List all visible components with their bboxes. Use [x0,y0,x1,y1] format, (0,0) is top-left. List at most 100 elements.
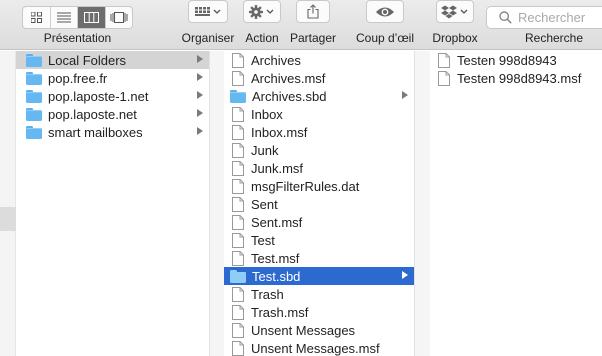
list-item[interactable]: Junk [224,141,414,159]
disclosure-arrow-icon [197,73,203,81]
document-icon [438,52,451,68]
document-icon [232,142,245,158]
view-mode-segmented-control[interactable] [22,6,133,29]
sidebar-edge [0,51,16,356]
search-icon [499,11,512,24]
list-item[interactable]: Trash.msf [224,303,414,321]
eye-icon [376,7,394,16]
list-item-label: Testen 998d8943.msf [457,70,582,86]
document-icon [232,340,245,356]
list-item-label: Inbox.msf [251,124,308,140]
list-item[interactable]: Archives [224,51,414,69]
list-item[interactable]: Trash [224,285,414,303]
document-icon [232,286,245,302]
list-item-label: Local Folders [48,52,127,68]
list-item-label: pop.laposte.net [48,106,137,122]
gear-icon [249,4,274,19]
organize-label: Organiser [181,31,235,45]
list-item[interactable]: Inbox.msf [224,123,414,141]
document-icon [232,232,245,248]
list-item-label: Archives.sbd [252,88,327,104]
list-item[interactable]: pop.free.fr [16,69,209,87]
document-icon [232,52,245,68]
document-icon [232,304,245,320]
share-icon [307,4,319,19]
list-item-label: Test.msf [251,250,300,266]
column-accounts: Local Folders pop.free.fr pop.laposte-1.ne… [16,51,210,356]
list-item[interactable]: pop.laposte.net [16,105,209,123]
share-label: Partager [289,31,337,45]
dropbox-button[interactable] [436,0,474,23]
list-item-label: Unsent Messages [251,322,356,338]
document-icon [232,178,245,194]
list-item[interactable]: Archives.sbd [224,87,414,105]
action-label: Action [245,31,279,45]
list-item[interactable]: Local Folders [16,51,209,69]
disclosure-arrow-icon [197,91,203,99]
document-icon [438,70,451,86]
list-view-icon [56,12,71,23]
gallery-view-icon [110,12,128,23]
column-test-sbd: Testen 998d8943 Testen 998d8943.msf [430,51,602,356]
icon-view-icon [30,12,42,23]
search-label: Recherche [524,31,584,45]
list-item-label: Sent.msf [251,214,303,230]
organize-button[interactable] [188,0,228,23]
list-item[interactable]: msgFilterRules.dat [224,177,414,195]
list-item-label: pop.laposte-1.net [48,88,149,104]
list-item[interactable]: Unsent Messages.msf [224,339,414,356]
list-item-label: smart mailboxes [48,124,143,140]
list-item[interactable]: Sent [224,195,414,213]
list-item[interactable]: pop.laposte-1.net [16,87,209,105]
list-item[interactable]: Archives.msf [224,69,414,87]
list-view-button[interactable] [51,7,78,28]
document-icon [232,160,245,176]
list-item-label: msgFilterRules.dat [251,178,360,194]
disclosure-arrow-icon [402,271,408,279]
list-item-label: Trash.msf [251,304,309,320]
search-placeholder: Rechercher [518,10,586,25]
document-icon [232,196,245,212]
list-item-label: Junk [251,142,279,158]
icon-view-button[interactable] [23,7,51,28]
folder-icon [26,125,42,139]
group-by-icon [195,6,221,16]
column-view-button[interactable] [78,7,106,28]
disclosure-arrow-icon [402,91,408,99]
dropbox-icon [441,5,468,18]
column-gutter [415,51,430,356]
list-item[interactable]: smart mailboxes [16,123,209,141]
list-item[interactable]: Testen 998d8943.msf [430,69,602,87]
column-local-folders: Archives Archives.msf Archives.sbd Inbox Inb… [224,51,415,356]
list-item-label: Sent [251,196,278,212]
document-icon [232,214,245,230]
list-item-label: Inbox [251,106,283,122]
list-item-label: Trash [251,286,284,302]
list-item-label: Testen 998d8943 [457,52,557,68]
list-item[interactable]: Test [224,231,414,249]
view-label: Présentation [43,31,112,45]
folder-icon [26,107,42,121]
document-icon [232,250,245,266]
list-item-label: Archives [251,52,301,68]
document-icon [232,106,245,122]
toolbar: Présentation Organiser Action Partager C… [0,0,602,50]
list-item[interactable]: Inbox [224,105,414,123]
list-item[interactable]: Test.sbd [224,267,414,285]
list-item[interactable]: Sent.msf [224,213,414,231]
disclosure-arrow-icon [197,127,203,135]
sidebar-selection [0,207,16,231]
list-item[interactable]: Junk.msf [224,159,414,177]
gallery-view-button[interactable] [106,7,133,28]
list-item[interactable]: Unsent Messages [224,321,414,339]
list-item-label: Unsent Messages.msf [251,340,380,356]
document-icon [232,124,245,140]
list-item[interactable]: Test.msf [224,249,414,267]
column-view-icon [83,12,99,23]
search-field[interactable]: Rechercher [486,6,602,29]
action-button[interactable] [243,0,281,23]
document-icon [232,322,245,338]
quick-look-button[interactable] [366,0,404,23]
share-button[interactable] [296,0,330,23]
list-item[interactable]: Testen 998d8943 [430,51,602,69]
